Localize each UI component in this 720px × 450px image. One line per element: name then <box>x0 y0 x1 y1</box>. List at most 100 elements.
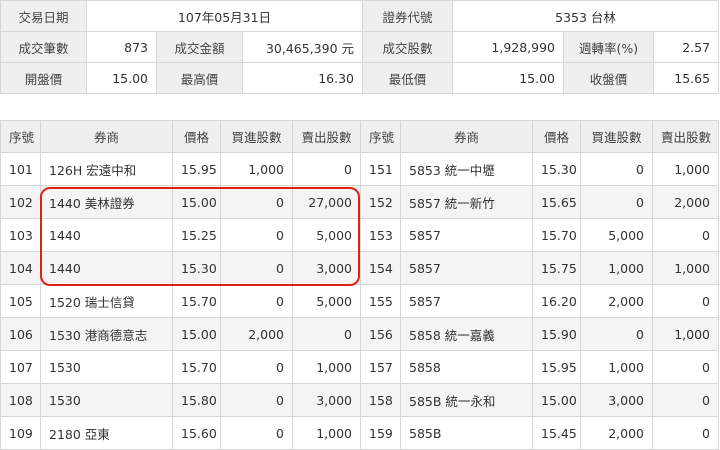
column-header-sell-shares: 賣出股數 <box>292 120 361 153</box>
price-cell: 16.20 <box>532 284 581 318</box>
security-code-value: 5353 台林 <box>452 0 720 32</box>
trade-date-value: 107年05月31日 <box>85 0 364 32</box>
high-price-label: 最高價 <box>156 62 243 94</box>
price-cell: 15.95 <box>172 152 221 186</box>
seq-cell: 109 <box>0 416 41 450</box>
low-price-label: 最低價 <box>362 62 454 94</box>
sell-shares-cell: 0 <box>652 416 719 450</box>
price-cell: 15.70 <box>172 350 221 384</box>
page: 交易日期 107年05月31日 證券代號 5353 台林 成交筆數 873 成交… <box>0 0 720 450</box>
buy-shares-cell: 0 <box>580 152 653 186</box>
price-cell: 15.70 <box>532 218 581 252</box>
price-cell: 15.65 <box>532 185 581 219</box>
buy-shares-cell: 2,000 <box>580 416 653 450</box>
buy-shares-cell: 1,000 <box>220 152 293 186</box>
sell-shares-cell: 0 <box>292 317 361 351</box>
sell-shares-cell: 1,000 <box>652 317 719 351</box>
open-price-label: 開盤價 <box>0 62 87 94</box>
sell-shares-cell: 1,000 <box>652 152 719 186</box>
table-row: 103 1440 15.25 0 5,000 153 5857 15.70 5,000 0 <box>0 218 719 252</box>
trade-count-value: 873 <box>86 31 157 63</box>
column-header-buy-shares: 買進股數 <box>220 120 293 153</box>
sell-shares-cell: 1,000 <box>292 416 361 450</box>
broker-cell: 1520 瑞士信貸 <box>40 284 173 318</box>
trade-count-label: 成交筆數 <box>0 31 87 63</box>
price-cell: 15.00 <box>532 383 581 417</box>
broker-cell: 126H 宏遠中和 <box>40 152 173 186</box>
price-cell: 15.30 <box>532 152 581 186</box>
table-row: 109 2180 亞東 15.60 0 1,000 159 585B 15.45 2,000 0 <box>0 416 719 450</box>
broker-cell: 1530 <box>40 350 173 384</box>
price-cell: 15.60 <box>172 416 221 450</box>
buy-shares-cell: 3,000 <box>580 383 653 417</box>
seq-cell: 155 <box>360 284 401 318</box>
broker-cell: 1440 <box>40 218 173 252</box>
sell-shares-cell: 1,000 <box>652 251 719 285</box>
table-row: 108 1530 15.80 0 3,000 158 585B 統一永和 15.00 3,000… <box>0 383 719 417</box>
broker-trades-table: 序號 券商 價格 買進股數 賣出股數 序號 券商 價格 買進股數 賣出股數 10… <box>0 120 719 450</box>
sell-shares-cell: 2,000 <box>652 185 719 219</box>
broker-cell: 5857 <box>400 218 533 252</box>
seq-cell: 157 <box>360 350 401 384</box>
price-cell: 15.30 <box>172 251 221 285</box>
seq-cell: 156 <box>360 317 401 351</box>
trade-date-label: 交易日期 <box>0 0 87 32</box>
security-code-label: 證券代號 <box>362 0 454 32</box>
sell-shares-cell: 3,000 <box>292 383 361 417</box>
seq-cell: 159 <box>360 416 401 450</box>
broker-cell: 1440 美林證券 <box>40 185 173 219</box>
price-cell: 15.80 <box>172 383 221 417</box>
table-row: 107 1530 15.70 0 1,000 157 5858 15.95 1,000 0 <box>0 350 719 384</box>
seq-cell: 153 <box>360 218 401 252</box>
seq-cell: 102 <box>0 185 41 219</box>
column-header-sell-shares: 賣出股數 <box>652 120 719 153</box>
sell-shares-cell: 5,000 <box>292 218 361 252</box>
seq-cell: 105 <box>0 284 41 318</box>
seq-cell: 152 <box>360 185 401 219</box>
buy-shares-cell: 1,000 <box>580 350 653 384</box>
table-row: 101 126H 宏遠中和 15.95 1,000 0 151 5853 統一中壢 15.30… <box>0 152 719 186</box>
sell-shares-cell: 0 <box>652 218 719 252</box>
buy-shares-cell: 0 <box>220 383 293 417</box>
broker-cell: 1530 港商德意志 <box>40 317 173 351</box>
price-cell: 15.25 <box>172 218 221 252</box>
price-cell: 15.70 <box>172 284 221 318</box>
buy-shares-cell: 0 <box>220 218 293 252</box>
price-cell: 15.00 <box>172 317 221 351</box>
broker-cell: 2180 亞東 <box>40 416 173 450</box>
buy-shares-cell: 0 <box>220 251 293 285</box>
sell-shares-cell: 0 <box>652 350 719 384</box>
sell-shares-cell: 27,000 <box>292 185 361 219</box>
price-cell: 15.90 <box>532 317 581 351</box>
buy-shares-cell: 2,000 <box>220 317 293 351</box>
price-cell: 15.75 <box>532 251 581 285</box>
high-price-value: 16.30 <box>241 62 364 94</box>
table-row: 104 1440 15.30 0 3,000 154 5857 15.75 1,000 1,000 <box>0 251 719 285</box>
sell-shares-cell: 5,000 <box>292 284 361 318</box>
low-price-value: 15.00 <box>452 62 565 94</box>
open-price-value: 15.00 <box>86 62 157 94</box>
seq-cell: 151 <box>360 152 401 186</box>
seq-cell: 104 <box>0 251 41 285</box>
buy-shares-cell: 0 <box>220 185 293 219</box>
seq-cell: 158 <box>360 383 401 417</box>
buy-shares-cell: 2,000 <box>580 284 653 318</box>
table-header-row: 序號 券商 價格 買進股數 賣出股數 序號 券商 價格 買進股數 賣出股數 <box>0 120 719 153</box>
broker-cell: 5853 統一中壢 <box>400 152 533 186</box>
trade-amount-label: 成交金額 <box>156 31 243 63</box>
buy-shares-cell: 0 <box>220 416 293 450</box>
buy-shares-cell: 1,000 <box>580 251 653 285</box>
buy-shares-cell: 5,000 <box>580 218 653 252</box>
price-cell: 15.45 <box>532 416 581 450</box>
broker-cell: 1530 <box>40 383 173 417</box>
broker-cell: 5858 統一嘉義 <box>400 317 533 351</box>
column-header-price: 價格 <box>172 120 221 153</box>
sell-shares-cell: 0 <box>652 284 719 318</box>
buy-shares-cell: 0 <box>580 317 653 351</box>
trade-shares-value: 1,928,990 <box>452 31 565 63</box>
sell-shares-cell: 3,000 <box>292 251 361 285</box>
buy-shares-cell: 0 <box>220 284 293 318</box>
buy-shares-cell: 0 <box>220 350 293 384</box>
summary-row-volume: 成交筆數 873 成交金額 30,465,390 元 成交股數 1,928,99… <box>0 31 720 63</box>
sell-shares-cell: 0 <box>652 383 719 417</box>
